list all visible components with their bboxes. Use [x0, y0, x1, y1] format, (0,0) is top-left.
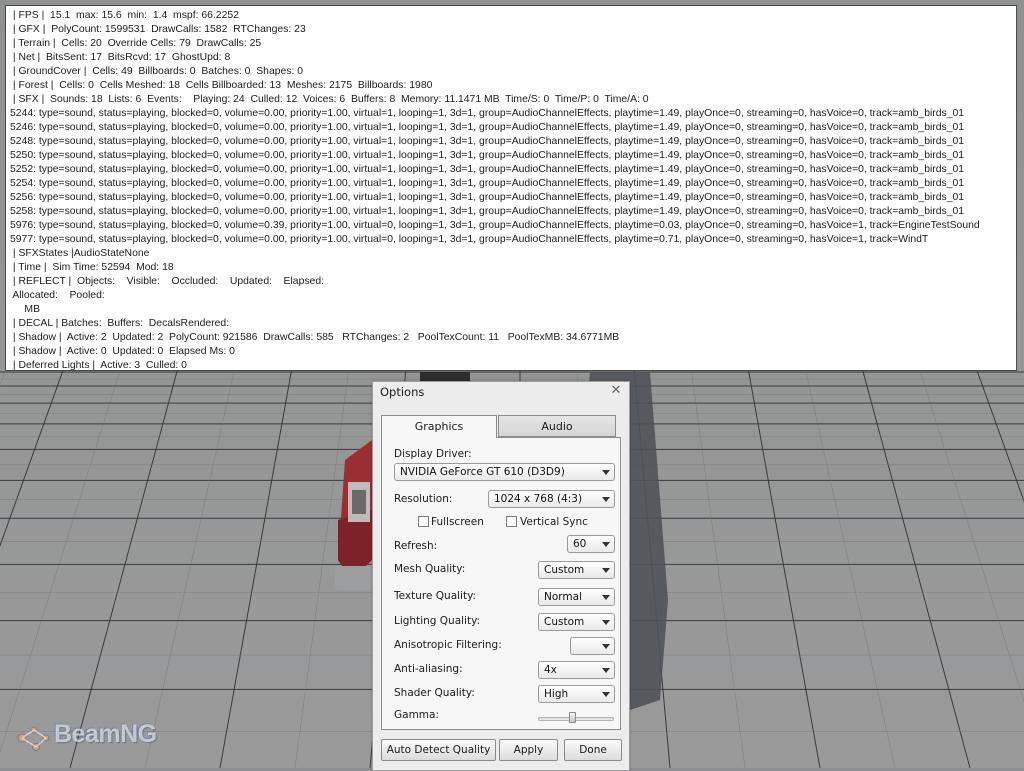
display-driver-value: NVIDIA GeForce GT 610 (D3D9)	[400, 466, 565, 478]
gamma-label: Gamma:	[394, 709, 439, 721]
apply-button[interactable]: Apply	[499, 739, 558, 761]
resolution-label: Resolution:	[394, 493, 453, 505]
close-icon[interactable]: ✕	[609, 383, 623, 399]
auto-detect-quality-button[interactable]: Auto Detect Quality	[381, 739, 496, 761]
console-line: 5244: type=sound, status=playing, blocke…	[10, 108, 965, 119]
console-line: 5977: type=sound, status=playing, blocke…	[10, 234, 929, 245]
lighting-quality-dropdown[interactable]: Custom	[538, 613, 615, 631]
lighting-quality-label: Lighting Quality:	[394, 615, 481, 627]
chevron-down-icon	[602, 542, 610, 547]
texture-quality-value: Normal	[544, 591, 582, 603]
mesh-quality-dropdown[interactable]: Custom	[538, 561, 615, 579]
beamng-logo: BeamNG	[14, 714, 157, 754]
chevron-down-icon	[602, 470, 610, 475]
console-line: 5246: type=sound, status=playing, blocke…	[10, 122, 965, 133]
display-driver-label: Display Driver:	[394, 448, 472, 460]
graphics-panel: Display Driver: NVIDIA GeForce GT 610 (D…	[381, 437, 621, 730]
chevron-down-icon	[602, 644, 610, 649]
console-line: | FPS | 15.1 max: 15.6 min: 1.4 mspf: 66…	[10, 10, 239, 21]
console-line: Allocated: Pooled:	[10, 290, 105, 301]
console-line: | DECAL | Batches: Buffers: DecalsRender…	[10, 318, 230, 329]
console-line: | SFXStates |AudioStateNone	[10, 248, 150, 259]
anti-aliasing-label: Anti-aliasing:	[394, 663, 463, 675]
resolution-dropdown[interactable]: 1024 x 768 (4:3)	[488, 490, 615, 508]
refresh-dropdown[interactable]: 60	[567, 535, 615, 553]
resolution-value: 1024 x 768 (4:3)	[494, 493, 583, 505]
anti-aliasing-value: 4x	[544, 664, 557, 676]
console-line: | Net | BitsSent: 17 BitsRcvd: 17 GhostU…	[10, 52, 231, 63]
chevron-down-icon	[602, 568, 610, 573]
console-line: | Forest | Cells: 0 Cells Meshed: 18 Cel…	[10, 80, 433, 91]
shader-quality-value: High	[544, 688, 569, 700]
mesh-quality-label: Mesh Quality:	[394, 563, 466, 575]
logo-text: BeamNG	[54, 719, 157, 748]
chevron-down-icon	[602, 692, 610, 697]
console-line: MB	[10, 304, 41, 315]
vertical-sync-label: Vertical Sync	[520, 516, 588, 528]
dialog-titlebar[interactable]: Options ✕	[373, 382, 629, 402]
tab-graphics[interactable]: Graphics	[381, 415, 497, 438]
console-line: | SFX | Sounds: 18 Lists: 6 Events: Play…	[10, 94, 649, 105]
console-line: 5250: type=sound, status=playing, blocke…	[10, 150, 965, 161]
console-line: 5258: type=sound, status=playing, blocke…	[10, 206, 965, 217]
console-line: | Deferred Lights | Active: 3 Culled: 0	[10, 360, 187, 371]
texture-quality-label: Texture Quality:	[394, 590, 477, 602]
beamng-logo-icon	[17, 726, 50, 751]
chevron-down-icon	[602, 497, 610, 502]
console-line: 5252: type=sound, status=playing, blocke…	[10, 164, 965, 175]
shader-quality-label: Shader Quality:	[394, 687, 475, 699]
chevron-down-icon	[602, 595, 610, 600]
lighting-quality-value: Custom	[544, 616, 585, 628]
console-line: | Time | Sim Time: 52594 Mod: 18	[10, 262, 174, 273]
options-dialog: Options ✕ Graphics Audio Display Driver:…	[372, 381, 630, 771]
anisotropic-filtering-dropdown[interactable]	[570, 637, 615, 655]
debug-console: | FPS | 15.1 max: 15.6 min: 1.4 mspf: 66…	[5, 5, 1017, 371]
console-line: 5976: type=sound, status=playing, blocke…	[10, 220, 980, 231]
console-line: | REFLECT | Objects: Visible: Occluded: …	[10, 276, 324, 287]
mesh-quality-value: Custom	[544, 564, 585, 576]
console-line: | Shadow | Active: 2 Updated: 2 PolyCoun…	[10, 332, 620, 343]
fullscreen-checkbox[interactable]	[418, 516, 429, 527]
console-line: | Terrain | Cells: 20 Override Cells: 79…	[10, 38, 262, 49]
shader-quality-dropdown[interactable]: High	[538, 685, 615, 703]
chevron-down-icon	[602, 668, 610, 673]
fullscreen-label: Fullscreen	[431, 516, 484, 528]
display-driver-dropdown[interactable]: NVIDIA GeForce GT 610 (D3D9)	[394, 463, 615, 481]
dialog-title: Options	[380, 385, 425, 399]
texture-quality-dropdown[interactable]: Normal	[538, 588, 615, 606]
console-line: 5256: type=sound, status=playing, blocke…	[10, 192, 965, 203]
refresh-value: 60	[573, 538, 587, 550]
console-line: 5254: type=sound, status=playing, blocke…	[10, 178, 965, 189]
anisotropic-filtering-label: Anisotropic Filtering:	[394, 639, 502, 651]
vertical-sync-checkbox[interactable]	[506, 516, 517, 527]
refresh-label: Refresh:	[394, 540, 438, 552]
anti-aliasing-dropdown[interactable]: 4x	[538, 661, 615, 679]
console-line: | Shadow | Active: 0 Updated: 0 Elapsed …	[10, 346, 235, 357]
done-button[interactable]: Done	[564, 739, 622, 761]
console-line: 5248: type=sound, status=playing, blocke…	[10, 136, 965, 147]
console-line: | GroundCover | Cells: 49 Billboards: 0 …	[10, 66, 304, 77]
chevron-down-icon	[602, 620, 610, 625]
gamma-slider-handle[interactable]	[569, 712, 577, 723]
console-line: | GFX | PolyCount: 1599531 DrawCalls: 15…	[10, 24, 306, 35]
tab-audio[interactable]: Audio	[498, 415, 616, 437]
